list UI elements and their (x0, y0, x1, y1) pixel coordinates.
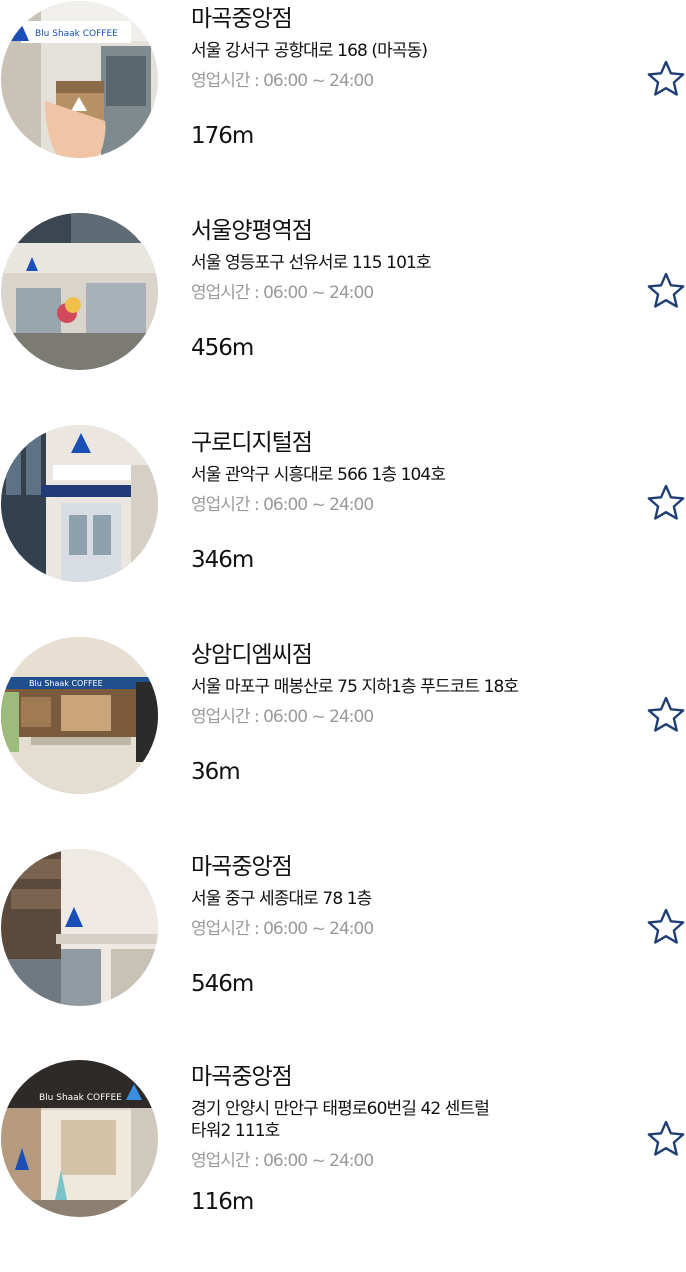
store-photo (1, 213, 158, 370)
store-item[interactable]: 구로디지털점 서울 관악구 시흥대로 566 1층 104호 영업시간 : 06… (0, 424, 686, 636)
store-hours: 영업시간 : 06:00 ~ 24:00 (191, 1151, 374, 1171)
store-sign-text: Blu Shaak COFFEE (39, 1093, 122, 1103)
favorite-star-icon[interactable] (644, 57, 686, 101)
favorite-star-icon[interactable] (644, 693, 686, 737)
store-address: 서울 강서구 공항대로 168 (마곡동) (191, 41, 428, 61)
store-sign-text: Blu Shaak COFFEE (29, 679, 103, 688)
store-photo: Blu Shaak COFFEE (1, 1060, 158, 1217)
store-item[interactable]: 서울양평역점 서울 영등포구 선유서로 115 101호 영업시간 : 06:0… (0, 212, 686, 424)
store-distance: 176m (191, 123, 254, 149)
store-name: 마곡중앙점 (191, 1064, 293, 1090)
store-name: 마곡중앙점 (191, 6, 293, 32)
store-photo: Blu Shaak COFFEE (1, 637, 158, 794)
store-item[interactable]: 마곡중앙점 서울 중구 세종대로 78 1층 영업시간 : 06:00 ~ 24… (0, 848, 686, 1060)
store-list: Blu Shaak COFFEE 마곡중앙점 서울 강서구 공항대로 168 (… (0, 0, 686, 1218)
store-hours: 영업시간 : 06:00 ~ 24:00 (191, 71, 374, 91)
store-address: 서울 마포구 매봉산로 75 지하1층 푸드코트 18호 (191, 677, 519, 697)
store-name: 상암디엠씨점 (191, 642, 313, 668)
store-distance: 346m (191, 547, 254, 573)
store-distance: 456m (191, 335, 254, 361)
store-item[interactable]: Blu Shaak COFFEE 마곡중앙점 서울 강서구 공항대로 168 (… (0, 0, 686, 212)
store-distance: 116m (191, 1189, 254, 1215)
store-address: 서울 중구 세종대로 78 1층 (191, 889, 372, 909)
store-hours: 영업시간 : 06:00 ~ 24:00 (191, 707, 374, 727)
store-hours: 영업시간 : 06:00 ~ 24:00 (191, 919, 374, 939)
store-address: 서울 관악구 시흥대로 566 1층 104호 (191, 465, 446, 485)
store-address: 서울 영등포구 선유서로 115 101호 (191, 253, 432, 273)
store-photo (1, 849, 158, 1006)
favorite-star-icon[interactable] (644, 1117, 686, 1161)
store-distance: 546m (191, 971, 254, 997)
store-name: 구로디지털점 (191, 430, 313, 456)
store-hours: 영업시간 : 06:00 ~ 24:00 (191, 283, 374, 303)
store-sign-text: Blu Shaak COFFEE (35, 29, 118, 39)
store-name: 마곡중앙점 (191, 854, 293, 880)
store-item[interactable]: Blu Shaak COFFEE 상암디엠씨점 서울 마포구 매봉산로 75 지… (0, 636, 686, 848)
favorite-star-icon[interactable] (644, 269, 686, 313)
store-hours: 영업시간 : 06:00 ~ 24:00 (191, 495, 374, 515)
store-distance: 36m (191, 759, 241, 785)
favorite-star-icon[interactable] (644, 481, 686, 525)
store-photo: Blu Shaak COFFEE (1, 1, 158, 158)
favorite-star-icon[interactable] (644, 905, 686, 949)
store-name: 서울양평역점 (191, 218, 313, 244)
store-photo (1, 425, 158, 582)
store-item[interactable]: Blu Shaak COFFEE 마곡중앙점 경기 안양시 만안구 태평로60번… (0, 1060, 686, 1272)
store-address: 경기 안양시 만안구 태평로60번길 42 센트럴타워2 111호 (191, 1099, 490, 1141)
